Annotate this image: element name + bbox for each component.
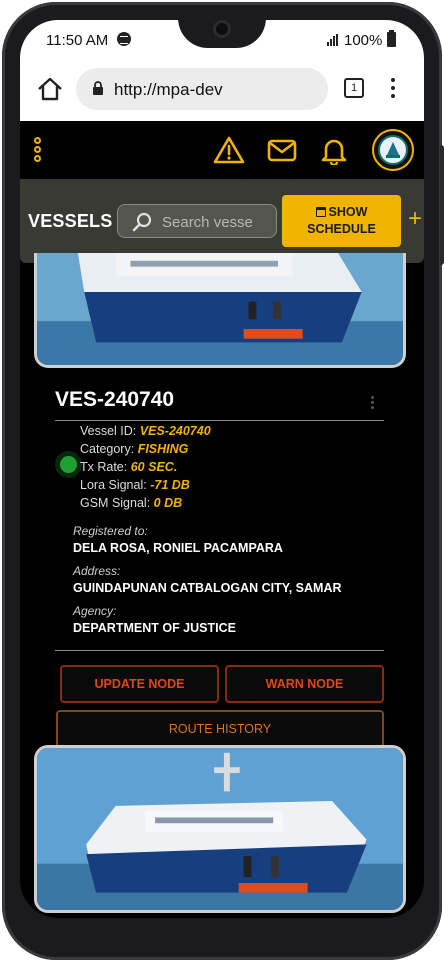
vessel-card: VES-240740 Vessel ID: VES-240740 Categor… <box>34 368 408 748</box>
registered-value: DELA ROSA, RONIEL PACAMPARA <box>73 541 283 555</box>
bell-icon[interactable] <box>318 135 350 165</box>
page-title: VESSELS <box>28 211 113 231</box>
vessel-name: VES-240740 <box>55 388 175 411</box>
signal-icon <box>327 34 341 46</box>
address-bar[interactable]: http://mpa-dev <box>76 68 328 110</box>
info-lora-signal: Lora Signal: -71 DB <box>80 478 190 492</box>
browser-chrome: 11:50 AM 100% http://mpa-dev 1 <box>20 20 424 121</box>
divider <box>55 650 384 651</box>
divider <box>55 420 384 421</box>
avatar-logo <box>378 135 408 165</box>
status-time: 11:50 AM <box>46 32 109 49</box>
search-icon <box>132 212 152 232</box>
info-category: Category: FISHING <box>80 442 189 456</box>
agency-label: Agency: <box>73 604 117 618</box>
spotify-icon <box>117 32 131 46</box>
home-icon[interactable] <box>36 76 64 102</box>
battery-percent: 100% <box>344 32 383 49</box>
info-gsm-signal: GSM Signal: 0 DB <box>80 496 183 510</box>
avatar[interactable] <box>372 129 414 171</box>
more-vert-icon[interactable] <box>390 78 396 100</box>
update-node-button[interactable]: UPDATE NODE <box>60 665 219 703</box>
menu-icon[interactable] <box>34 137 42 163</box>
screen: 11:50 AM 100% http://mpa-dev 1 VESSELS S… <box>20 20 424 918</box>
calendar-icon <box>315 207 326 217</box>
show-schedule-label-2: SCHEDULE <box>307 222 376 236</box>
show-schedule-button[interactable]: SHOW SCHEDULE <box>282 195 401 247</box>
tabs-icon[interactable]: 1 <box>344 78 364 98</box>
warning-icon[interactable] <box>213 135 245 165</box>
url-row: http://mpa-dev 1 <box>20 66 424 114</box>
vessel-image <box>34 253 406 368</box>
show-schedule-label-1: SHOW <box>328 205 368 219</box>
info-vessel-id: Vessel ID: VES-240740 <box>80 424 211 438</box>
address-value: GUINDAPUNAN CATBALOGAN CITY, SAMAR <box>73 581 342 595</box>
phone-side-button <box>440 145 444 265</box>
vessel-image <box>34 745 406 913</box>
plus-icon[interactable]: + <box>408 207 422 231</box>
front-camera <box>213 20 231 38</box>
agency-value: DEPARTMENT OF JUSTICE <box>73 621 236 635</box>
lock-icon <box>93 81 103 95</box>
online-status-dot <box>60 456 77 473</box>
info-tx-rate: Tx Rate: 60 SEC. <box>80 460 178 474</box>
url-text: http://mpa-dev <box>114 80 223 99</box>
warn-node-button[interactable]: WARN NODE <box>225 665 384 703</box>
address-label: Address: <box>73 564 121 578</box>
search-input[interactable] <box>162 211 272 233</box>
battery-icon <box>387 30 396 47</box>
registered-label: Registered to: <box>73 524 148 538</box>
card-more-icon[interactable] <box>371 396 375 412</box>
search-box <box>117 204 277 238</box>
mail-icon[interactable] <box>266 135 298 165</box>
route-history-button[interactable]: ROUTE HISTORY <box>56 710 384 748</box>
app-header <box>20 121 424 179</box>
vessels-toolbar: VESSELS SHOW SCHEDULE + <box>20 179 424 263</box>
